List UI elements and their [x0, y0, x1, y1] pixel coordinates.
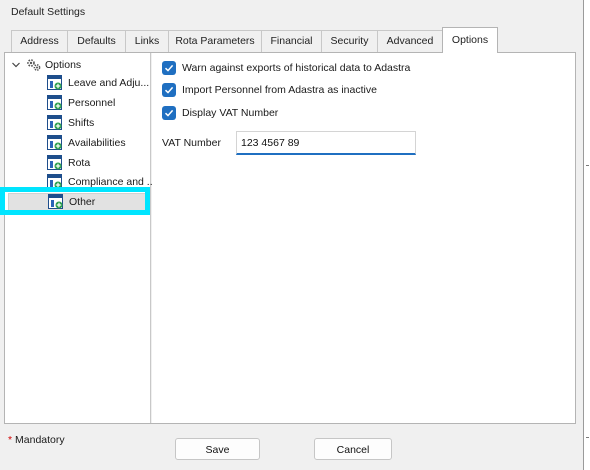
- options-tree: Options Leave and Adju... Personnel Shif…: [5, 53, 156, 423]
- default-settings-window: Default Settings Address Defaults Links …: [0, 0, 590, 470]
- tree-item-label: Leave and Adju...: [68, 77, 150, 89]
- tree-item-rota[interactable]: Rota: [47, 154, 90, 172]
- display-vat-label: Display VAT Number: [182, 107, 279, 119]
- chevron-down-icon[interactable]: [11, 60, 21, 70]
- import-inactive-label: Import Personnel from Adastra as inactiv…: [182, 84, 377, 96]
- gear-icon: [26, 58, 42, 72]
- tree-item-label: Shifts: [68, 117, 95, 129]
- tree-item-label: Compliance and ...: [68, 176, 156, 188]
- tree-item-label: Rota: [68, 157, 91, 169]
- background-strip: [584, 0, 590, 470]
- tree-item-leave-and-adjustments[interactable]: Leave and Adju...: [47, 74, 149, 92]
- tab-options[interactable]: Options: [442, 27, 498, 53]
- checkmark-icon: [164, 109, 174, 117]
- import-inactive-checkbox[interactable]: [162, 83, 176, 97]
- tree-item-personnel[interactable]: Personnel: [47, 94, 115, 112]
- tree-item-label: Availabilities: [68, 137, 126, 149]
- warn-exports-option[interactable]: Warn against exports of historical data …: [162, 59, 410, 77]
- settings-node-icon: [47, 75, 63, 91]
- vat-number-input[interactable]: [236, 131, 416, 155]
- settings-node-icon: [48, 194, 64, 210]
- edge-tick: [586, 437, 589, 438]
- tree-item-label: Other: [69, 196, 96, 208]
- tab-defaults[interactable]: Defaults: [67, 30, 126, 52]
- mandatory-note: * Mandatory: [8, 434, 65, 446]
- settings-node-icon: [47, 135, 63, 151]
- mandatory-label: Mandatory: [15, 434, 65, 446]
- display-vat-option[interactable]: Display VAT Number: [162, 104, 278, 122]
- cancel-button[interactable]: Cancel: [314, 438, 392, 460]
- tab-advanced[interactable]: Advanced: [377, 30, 443, 52]
- tree-item-label: Personnel: [68, 97, 116, 109]
- settings-node-icon: [47, 174, 63, 190]
- tree-item-other[interactable]: Other: [8, 193, 148, 211]
- tree-item-compliance[interactable]: Compliance and ...: [47, 173, 156, 191]
- tab-financial[interactable]: Financial: [261, 30, 322, 52]
- vat-number-label: VAT Number: [162, 137, 221, 149]
- settings-node-icon: [47, 95, 63, 111]
- mandatory-star: *: [8, 434, 13, 446]
- settings-node-icon: [47, 155, 63, 171]
- tree-root-options[interactable]: Options: [11, 57, 81, 73]
- tab-rota-parameters[interactable]: Rota Parameters: [168, 30, 262, 52]
- save-button[interactable]: Save: [175, 438, 260, 460]
- checkmark-icon: [164, 86, 174, 94]
- tab-security[interactable]: Security: [321, 30, 378, 52]
- tree-item-shifts[interactable]: Shifts: [47, 114, 94, 132]
- checkmark-icon: [164, 64, 174, 72]
- settings-node-icon: [47, 115, 63, 131]
- tab-links[interactable]: Links: [125, 30, 169, 52]
- options-panel: Options Leave and Adju... Personnel Shif…: [4, 52, 576, 424]
- warn-exports-label: Warn against exports of historical data …: [182, 62, 411, 74]
- warn-exports-checkbox[interactable]: [162, 61, 176, 75]
- window-title: Default Settings: [11, 6, 86, 18]
- tab-address[interactable]: Address: [11, 30, 68, 52]
- options-content: Warn against exports of historical data …: [152, 53, 575, 423]
- tree-root-label: Options: [45, 59, 82, 71]
- tree-item-availabilities[interactable]: Availabilities: [47, 134, 126, 152]
- display-vat-checkbox[interactable]: [162, 106, 176, 120]
- edge-tick: [586, 165, 589, 166]
- import-inactive-option[interactable]: Import Personnel from Adastra as inactiv…: [162, 81, 377, 99]
